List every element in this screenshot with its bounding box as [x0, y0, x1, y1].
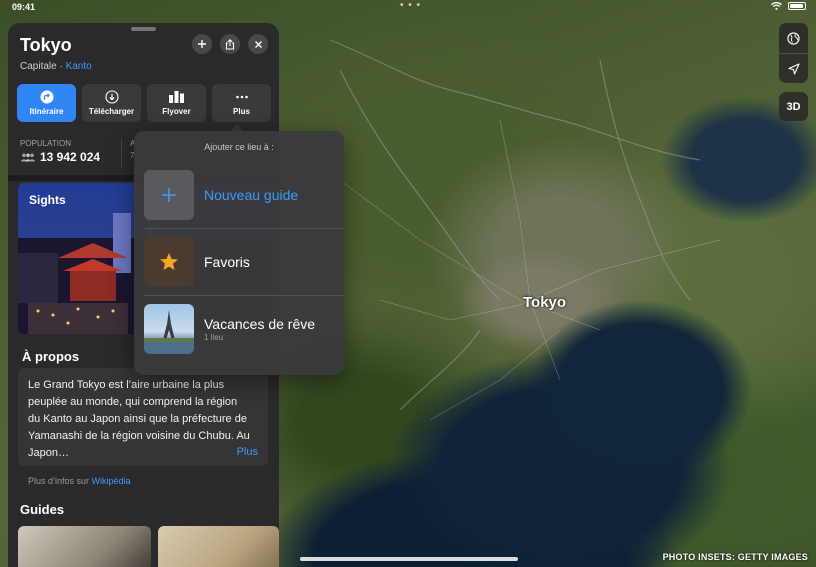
favorites-text: Favoris [204, 254, 250, 270]
download-button[interactable]: Télécharger [82, 84, 141, 122]
location-arrow-icon [787, 62, 800, 75]
vacation-guide-count: 1 lieu [204, 333, 224, 342]
about-more-link[interactable]: Plus [237, 446, 258, 458]
download-icon [104, 90, 119, 104]
map-mode-button[interactable] [779, 23, 808, 53]
wifi-icon [771, 2, 782, 10]
directions-icon [40, 90, 53, 104]
map-city-label[interactable]: Tokyo [523, 294, 566, 311]
popover-separator [144, 228, 344, 229]
star-icon [160, 253, 178, 270]
eiffel-tower-icon [144, 310, 194, 354]
place-subtitle: Capitale · Kanto [20, 61, 92, 72]
globe-icon [787, 31, 800, 45]
region-link[interactable]: Kanto [66, 61, 92, 72]
new-guide-option[interactable]: Nouveau guide [144, 169, 344, 221]
directions-label: Itinéraire [29, 107, 64, 116]
guides-title: Guides [20, 502, 65, 517]
guide-card[interactable] [158, 526, 279, 567]
plus-icon [162, 188, 176, 202]
population-value: 13 942 024 [40, 150, 101, 164]
place-subtitle-prefix: Capitale · [20, 61, 66, 72]
3d-view-button[interactable]: 3D [779, 92, 808, 121]
status-time: 09:41 [12, 2, 36, 12]
population-value-row: 13 942 024 [20, 150, 100, 164]
eiffel-tower-thumbnail [144, 304, 194, 354]
status-bar: 09:41 • • • [0, 0, 816, 14]
plus-icon [198, 40, 206, 48]
download-label: Télécharger [88, 107, 135, 116]
battery-icon [788, 2, 806, 10]
about-text: Le Grand Tokyo est l’aire urbaine la plu… [28, 379, 250, 459]
map-controls [779, 23, 808, 83]
place-title: Tokyo [20, 35, 72, 55]
vacation-guide-text: Vacances de rêve 1 lieu [204, 316, 315, 342]
more-label: Plus [233, 107, 250, 116]
add-to-popover: Ajouter ce lieu à : Nouveau guide Favori… [134, 131, 344, 375]
new-guide-thumb [144, 170, 194, 220]
popover-title: Ajouter ce lieu à : [204, 142, 274, 152]
guide-card[interactable] [18, 526, 151, 567]
population-label: POPULATION [20, 139, 71, 148]
wikipedia-source: Plus d’infos sur Wikipédia [28, 476, 131, 486]
home-indicator[interactable] [300, 557, 518, 561]
close-button[interactable] [248, 34, 268, 54]
wikipedia-link[interactable]: Wikipédia [92, 476, 131, 486]
population-stat: POPULATION 13 942 024 [20, 139, 100, 164]
share-button[interactable] [220, 34, 240, 54]
share-icon [225, 38, 235, 50]
vacation-guide-option[interactable]: Vacances de rêve 1 lieu [144, 303, 344, 355]
vacation-guide-label: Vacances de rêve [204, 316, 316, 332]
status-icons [771, 2, 806, 10]
about-section: Le Grand Tokyo est l’aire urbaine la plu… [18, 368, 268, 466]
flyover-button[interactable]: Flyover [147, 84, 206, 122]
sights-label: Sights [29, 193, 66, 207]
favorites-label: Favoris [204, 254, 250, 270]
directions-button[interactable]: Itinéraire [17, 84, 76, 122]
favorites-option[interactable]: Favoris [144, 236, 344, 288]
close-icon [254, 40, 262, 48]
add-button[interactable] [192, 34, 212, 54]
popover-separator [144, 295, 344, 296]
card-grabber[interactable] [131, 27, 156, 31]
new-guide-text: Nouveau guide [204, 187, 298, 203]
multitasking-dots[interactable]: • • • [400, 0, 421, 11]
flyover-label: Flyover [162, 107, 191, 116]
flyover-icon [168, 91, 184, 103]
about-title: À propos [22, 349, 80, 364]
action-buttons: Itinéraire Télécharger Flyover Plus [17, 84, 271, 122]
people-icon [20, 153, 36, 161]
more-icon [235, 95, 248, 99]
more-button[interactable]: Plus [212, 84, 271, 122]
new-guide-label: Nouveau guide [204, 187, 299, 203]
wiki-prefix: Plus d’infos sur [28, 476, 92, 486]
photo-credit: PHOTO INSETS: GETTY IMAGES [662, 552, 808, 562]
favorites-thumb [144, 237, 194, 287]
current-location-button[interactable] [779, 53, 808, 83]
